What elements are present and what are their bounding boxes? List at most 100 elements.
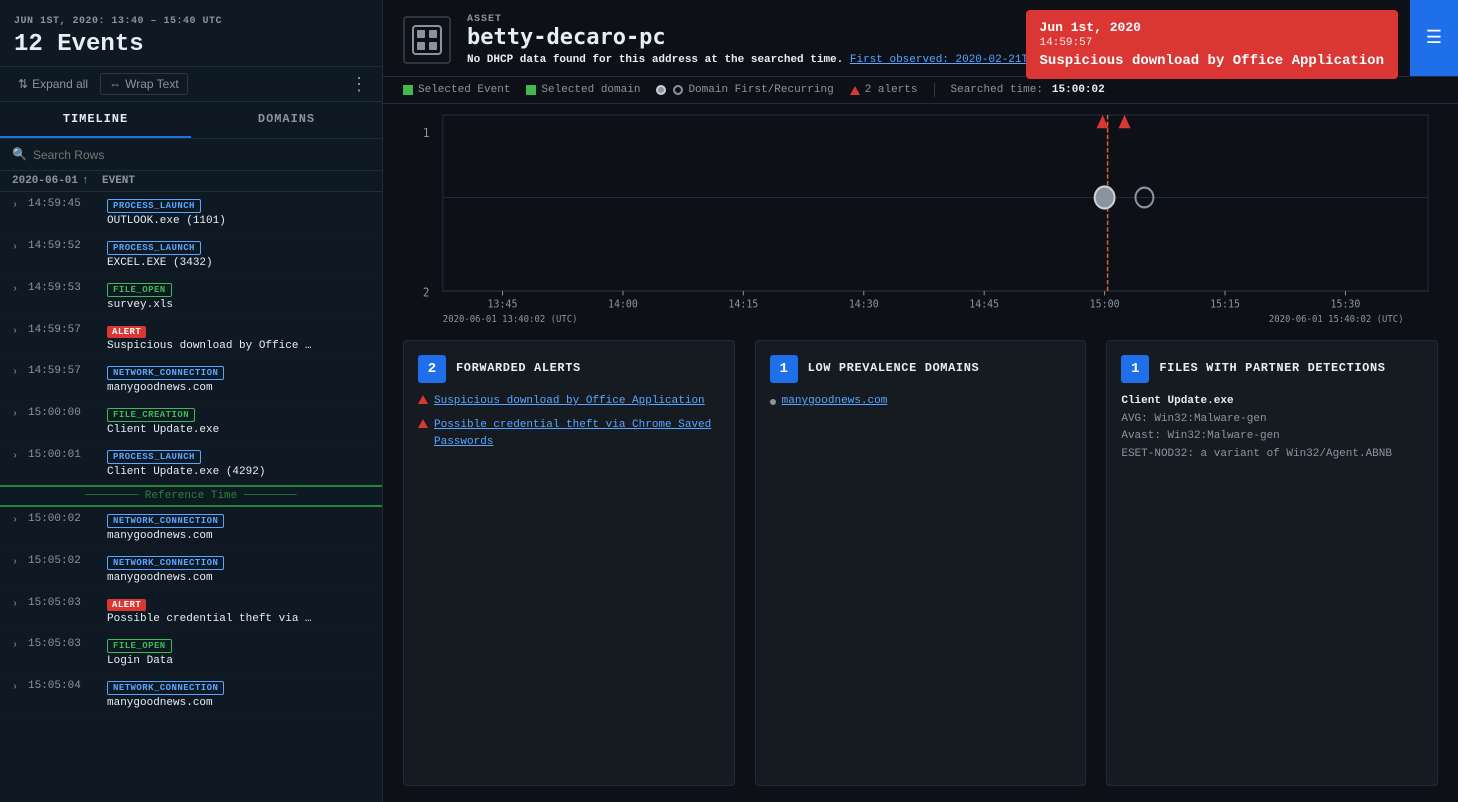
forwarded-alerts-card: 2 FORWARDED ALERTS Suspicious download b… [403,340,735,786]
domain-dot-open-swatch [673,85,683,95]
event-row[interactable]: › 14:59:57 NETWORK_CONNECTION manygoodne… [0,359,382,401]
file-item: Client Update.exe AVG: Win32:Malware-gen… [1121,393,1423,463]
tab-timeline[interactable]: TIMELINE [0,102,191,138]
event-badge: ALERT [107,599,146,611]
chevron-icon: › [12,599,24,610]
event-badge: PROCESS_LAUNCH [107,241,201,255]
chevron-icon: › [12,326,24,337]
asset-icon [403,16,451,64]
domain-first-label: Domain First/Recurring [688,84,833,96]
reference-time-row: ──────── Reference Time ──────── [0,485,382,507]
event-time: 14:59:57 [28,365,103,377]
domain-link[interactable]: manygoodnews.com [782,393,888,411]
asset-header: ASSET betty-decaro-pc No DHCP data found… [383,0,1458,77]
legend-selected-event: Selected Event [403,84,510,96]
event-row[interactable]: › 15:00:02 NETWORK_CONNECTION manygoodne… [0,507,382,549]
svg-text:14:00: 14:00 [608,298,638,311]
section-title: FILES WITH PARTNER DETECTIONS [1159,361,1385,377]
event-time: 14:59:53 [28,282,103,294]
event-text: Client Update.exe [107,424,327,436]
event-detail: FILE_CREATION Client Update.exe [107,407,370,436]
expand-icon: ⇅ [18,77,28,91]
wrap-icon: ⇔ [109,77,121,91]
event-row[interactable]: › 15:00:01 PROCESS_LAUNCH Client Update.… [0,443,382,485]
searched-time-label: Searched time: [951,84,1043,96]
chevron-icon: › [12,640,24,651]
event-text: manygoodnews.com [107,530,327,542]
event-badge: PROCESS_LAUNCH [107,199,201,213]
event-row[interactable]: › 14:59:45 PROCESS_LAUNCH OUTLOOK.exe (1… [0,192,382,234]
more-options-button[interactable]: ⋮ [350,75,368,93]
event-row[interactable]: › 15:05:03 FILE_OPEN Login Data [0,632,382,674]
domain-dot-open [1135,188,1153,208]
searched-time-value: 15:00:02 [1052,84,1105,96]
alert-triangle-1 [1097,115,1109,128]
toolbar: ⇅ Expand all ⇔ Wrap Text ⋮ [0,67,382,102]
tooltip-time: 14:59:57 [1040,37,1384,49]
event-badge: FILE_OPEN [107,639,172,653]
event-time: 14:59:57 [28,324,103,336]
event-time: 15:00:02 [28,513,103,525]
event-badge: PROCESS_LAUNCH [107,450,201,464]
event-badge: FILE_CREATION [107,408,195,422]
chevron-icon: › [12,557,24,568]
event-row[interactable]: › 14:59:53 FILE_OPEN survey.xls [0,276,382,318]
search-input[interactable] [33,148,370,162]
event-detail: PROCESS_LAUNCH Client Update.exe (4292) [107,449,370,478]
event-detail: FILE_OPEN survey.xls [107,282,370,311]
event-row[interactable]: › 14:59:57 ALERT Suspicious download by … [0,318,382,359]
alerts-label: 2 alerts [865,84,918,96]
event-text: Suspicious download by Office … [107,340,327,352]
chevron-icon: › [12,515,24,526]
event-text: Login Data [107,655,327,667]
event-row[interactable]: › 15:05:04 NETWORK_CONNECTION manygoodne… [0,674,382,716]
low-prevalence-domains-card: 1 LOW PREVALENCE DOMAINS manygoodnews.co… [755,340,1087,786]
section-header: 1 FILES WITH PARTNER DETECTIONS [1121,355,1423,383]
section-header: 1 LOW PREVALENCE DOMAINS [770,355,1072,383]
sort-icon[interactable]: ↑ [82,175,89,187]
legend-selected-domain: Selected domain [526,84,640,96]
event-row[interactable]: › 15:05:02 NETWORK_CONNECTION manygoodne… [0,549,382,591]
expand-label: Expand all [32,77,88,91]
event-text: survey.xls [107,299,327,311]
expand-all-button[interactable]: ⇅ Expand all [14,75,92,93]
event-row[interactable]: › 14:59:52 PROCESS_LAUNCH EXCEL.EXE (343… [0,234,382,276]
section-number: 2 [418,355,446,383]
filter-button[interactable]: ☰ [1410,0,1458,76]
section-content: manygoodnews.com [770,393,1072,411]
alert-triangle-swatch [850,86,860,95]
svg-text:1: 1 [423,125,430,140]
alert-link[interactable]: Suspicious download by Office Applicatio… [434,393,705,411]
event-row[interactable]: › 15:05:03 ALERT Possible credential the… [0,591,382,632]
col-time-header: 2020-06-01 ↑ [12,175,102,187]
file-name: Client Update.exe [1121,393,1423,411]
search-icon: 🔍 [12,147,27,162]
event-detail: FILE_OPEN Login Data [107,638,370,667]
legend-alerts: 2 alerts [850,84,918,96]
alert-triangle-2 [1119,115,1131,128]
event-detail: ALERT Suspicious download by Office … [107,324,370,352]
event-time: 15:05:03 [28,638,103,650]
event-text: manygoodnews.com [107,572,327,584]
wrap-text-button[interactable]: ⇔ Wrap Text [100,73,188,95]
chevron-icon: › [12,409,24,420]
section-title: FORWARDED ALERTS [456,361,581,377]
tab-domains[interactable]: DOMAINS [191,102,382,138]
event-text: Client Update.exe (4292) [107,466,327,478]
left-header: JUN 1ST, 2020: 13:40 – 15:40 UTC 12 Even… [0,0,382,67]
event-detail: NETWORK_CONNECTION manygoodnews.com [107,680,370,709]
alert-triangle-icon [418,395,428,404]
alert-link[interactable]: Possible credential theft via Chrome Sav… [434,417,720,452]
tabs: TIMELINE DOMAINS [0,102,382,139]
filter-icon: ☰ [1426,27,1442,49]
svg-text:2020-06-01 13:40:02 (UTC): 2020-06-01 13:40:02 (UTC) [443,313,578,324]
event-row[interactable]: › 15:00:00 FILE_CREATION Client Update.e… [0,401,382,443]
search-wrapper: 🔍 [12,147,370,162]
svg-text:14:30: 14:30 [849,298,879,311]
event-detail: NETWORK_CONNECTION manygoodnews.com [107,555,370,584]
event-text: Possible credential theft via … [107,613,327,625]
svg-text:15:15: 15:15 [1210,298,1240,311]
section-header: 2 FORWARDED ALERTS [418,355,720,383]
event-badge: ALERT [107,326,146,338]
domain-item: manygoodnews.com [770,393,1072,411]
